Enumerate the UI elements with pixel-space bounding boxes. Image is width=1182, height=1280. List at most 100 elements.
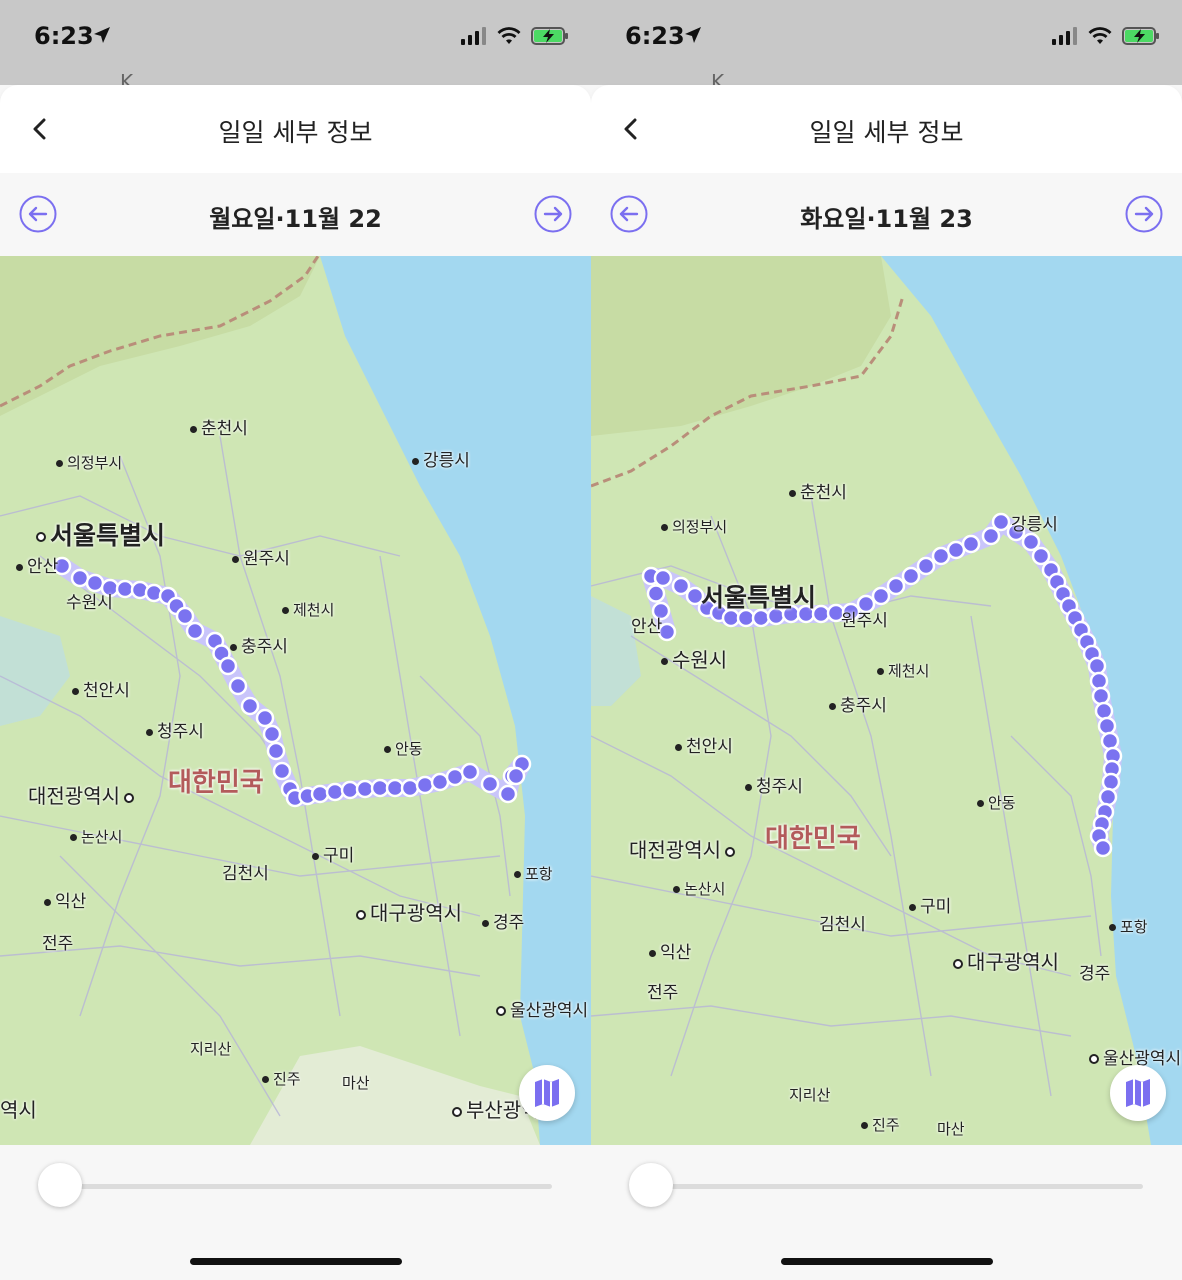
route-point [460, 762, 480, 782]
app-root: 6:23 K... 일일 세부 정보 월요일·11월 22 춘천시 강릉시 의정… [0, 0, 1182, 1280]
route-point [175, 606, 195, 626]
status-bar: 6:23 K... [0, 0, 591, 90]
next-day-button[interactable] [534, 195, 572, 233]
status-bar: 6:23 K... [591, 0, 1182, 90]
map-label-jeonju: 전주 [647, 983, 679, 1003]
map-label-gumi: 구미 [312, 841, 354, 866]
status-icons [461, 26, 569, 46]
route-point [262, 724, 282, 744]
map-label-seoul: 서울특별시 [701, 583, 817, 612]
timeline-area [0, 1145, 591, 1280]
map-label-gyeongju: 경주 [1079, 964, 1111, 984]
header: 일일 세부 정보 [0, 85, 591, 173]
map-label-gangneung: 강릉시 [412, 446, 470, 471]
route-point [480, 774, 500, 794]
map-label-wonju: 원주시 [841, 611, 888, 631]
map-style-button[interactable] [519, 1065, 575, 1121]
map-label-andong: 안동 [977, 792, 1016, 813]
route-point [646, 584, 666, 603]
map-label-cheongju: 청주시 [745, 772, 803, 797]
route-point [1098, 787, 1118, 807]
screen-right: 6:23 K... 일일 세부 정보 화요일·11월 23 춘천시 강릉시 의정… [591, 0, 1182, 1280]
map-icon [1126, 1079, 1150, 1107]
timeline-area [591, 1145, 1182, 1280]
route-point [506, 766, 526, 786]
map-view[interactable]: 춘천시 강릉시 의정부시 서울특별시 원주시 안산 수원시 제천시 충주시 천안… [0, 256, 591, 1145]
route-point [218, 656, 238, 676]
map-label-nonsan: 논산시 [673, 878, 725, 899]
route-point [1087, 656, 1107, 676]
map-label-jinju: 진주 [262, 1068, 301, 1089]
map-label-chuncheon: 춘천시 [789, 478, 847, 503]
route-point [1021, 532, 1041, 552]
map-label-jecheon: 제천시 [877, 660, 929, 681]
timeline-slider-track[interactable] [40, 1184, 552, 1189]
route-point [310, 784, 330, 804]
route-point [1101, 772, 1121, 792]
date-label: 월요일·11월 22 [209, 205, 382, 233]
route-point [916, 556, 936, 576]
route-point [961, 534, 981, 554]
timeline-slider-thumb[interactable] [629, 1163, 673, 1207]
home-indicator [781, 1258, 993, 1265]
map-label-cheongju: 청주시 [146, 717, 204, 742]
route-point [115, 579, 135, 599]
route-point [871, 586, 891, 606]
wifi-icon [1088, 27, 1112, 44]
route-point [228, 676, 248, 696]
route-point [240, 696, 260, 716]
map-label-jecheon: 제천시 [282, 599, 334, 620]
map-label-chungju: 충주시 [230, 632, 288, 657]
map-label-country: 대한민국 [168, 768, 264, 798]
map-label-daejeon: 대전광역시 [629, 834, 739, 863]
map-label-suwon: 수원시 [661, 644, 727, 673]
battery-charging-icon [1122, 27, 1159, 45]
map-label-uijeongbu: 의정부시 [56, 452, 122, 473]
route-point [385, 778, 405, 798]
route-point [1094, 701, 1114, 721]
timeline-slider-thumb[interactable] [38, 1163, 82, 1207]
map-label-jeonju: 전주 [42, 934, 74, 954]
map-label-uijeongbu: 의정부시 [661, 516, 727, 537]
route-point [1097, 716, 1117, 736]
route-point [1093, 838, 1113, 858]
map-label-gangneung: 강릉시 [1011, 515, 1058, 535]
map-label-masan: 마산 [342, 1074, 370, 1092]
route-point [671, 576, 691, 596]
header: 일일 세부 정보 [591, 85, 1182, 173]
next-day-button[interactable] [1125, 195, 1163, 233]
map-label-gimcheon: 김천시 [819, 915, 866, 935]
map-label-cheonan: 천안시 [72, 676, 130, 701]
route-point [946, 540, 966, 560]
map-label-gimcheon: 김천시 [222, 864, 269, 884]
map-style-button[interactable] [1110, 1065, 1166, 1121]
map-label-ansan: 안산 [16, 552, 58, 577]
page-title: 일일 세부 정보 [218, 118, 373, 147]
route-point [430, 772, 450, 792]
timeline-slider-track[interactable] [631, 1184, 1143, 1189]
route-point [1100, 731, 1120, 751]
map-label-chuncheon: 춘천시 [190, 414, 248, 439]
route-point [370, 778, 390, 798]
map-label-jirisan: 지리산 [190, 1040, 232, 1058]
map-view[interactable]: 춘천시 강릉시 의정부시 서울특별시 원주시 안산 수원시 제천시 충주시 천안… [591, 256, 1182, 1145]
location-arrow-icon [685, 27, 701, 43]
route-point [272, 761, 292, 781]
map-label-gyeongju: 경주 [482, 908, 524, 933]
map-label-country: 대한민국 [765, 824, 861, 854]
wifi-icon [497, 27, 521, 44]
route-point [901, 566, 921, 586]
map-label-jinju: 진주 [861, 1114, 900, 1135]
map-label-nonsan: 논산시 [70, 826, 122, 847]
map-label-andong: 안동 [384, 738, 423, 759]
route-point [981, 526, 1001, 546]
battery-charging-icon [531, 27, 568, 45]
signal-icon [1052, 27, 1077, 45]
map-label-suwon: 수원시 [66, 593, 113, 613]
status-icons [1052, 26, 1160, 46]
map-label-daegu: 대구광역시 [356, 897, 462, 926]
status-time: 6:23 [625, 22, 685, 50]
map-label-wonju: 원주시 [232, 544, 290, 569]
map-label-ansan: 안산 [631, 617, 663, 637]
page-title: 일일 세부 정보 [809, 118, 964, 147]
